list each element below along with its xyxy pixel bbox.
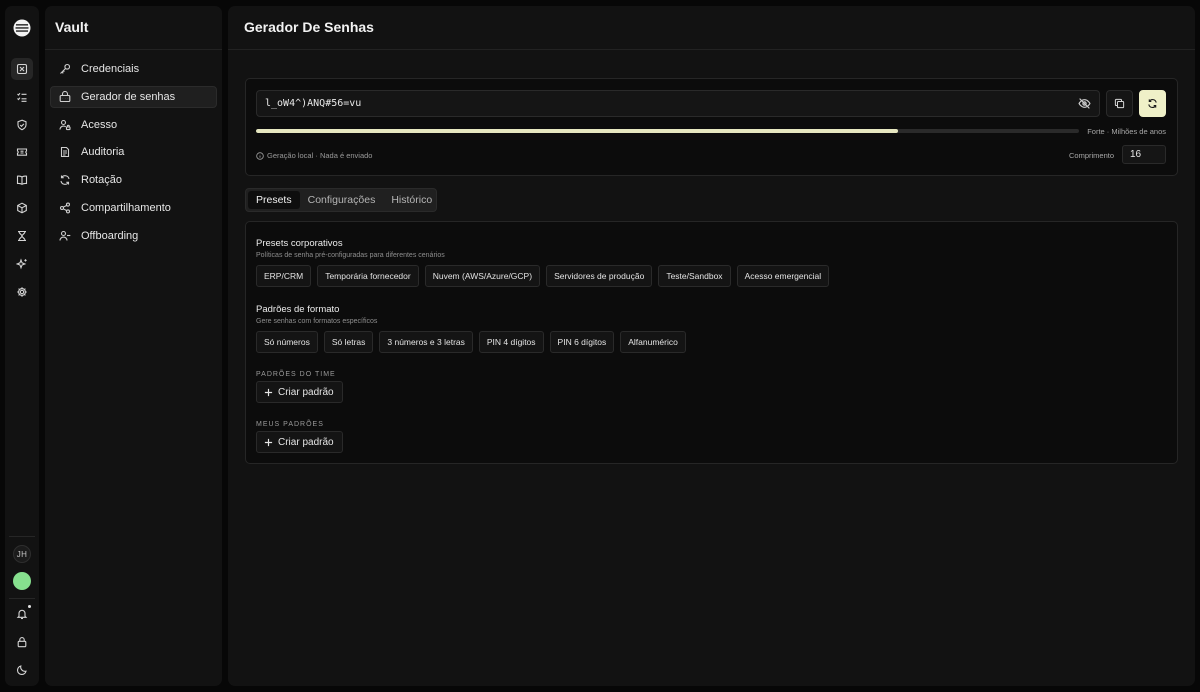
team-patterns-label: PADRÕES DO TIME (256, 371, 336, 378)
logo-icon[interactable] (13, 19, 31, 37)
copy-button[interactable] (1106, 90, 1133, 117)
format-chip[interactable]: PIN 4 dígitos (478, 331, 544, 353)
user-lock-icon (59, 119, 71, 130)
tab-configuracoes[interactable]: Configurações (300, 191, 384, 209)
user-avatar[interactable]: JH (13, 545, 31, 563)
create-my-pattern-label: Criar padrão (278, 436, 334, 448)
user-minus-icon (59, 230, 71, 241)
sidebar-title: Vault (55, 19, 89, 35)
sidebar-item-acesso[interactable]: Acesso (50, 114, 217, 136)
copy-icon (1114, 98, 1125, 109)
sidebar-item-auditoria[interactable]: Auditoria (50, 141, 217, 163)
sidebar-item-credenciais[interactable]: Credenciais (50, 58, 217, 80)
preset-chip[interactable]: Acesso emergencial (736, 265, 830, 287)
corporate-presets-subtitle: Políticas de senha pré-configuradas para… (256, 252, 445, 259)
tab-bar: Presets Configurações Histórico (245, 188, 437, 212)
strength-meter-fill (256, 129, 898, 133)
format-chip[interactable]: PIN 6 dígitos (549, 331, 615, 353)
notification-dot (27, 604, 32, 609)
main-panel: Gerador De Senhas l_oW4^)ANQ#56=vu Forte… (228, 6, 1195, 686)
plus-icon (264, 388, 273, 396)
create-team-pattern-label: Criar padrão (278, 386, 334, 398)
local-generation-note: Geração local · Nada é enviado (256, 151, 372, 160)
rail-divider (9, 536, 35, 537)
sidebar-item-label: Auditoria (81, 146, 125, 159)
preset-chip[interactable]: ERP/CRM (256, 265, 312, 287)
sidebar-item-compartilhamento[interactable]: Compartilhamento (50, 197, 217, 219)
preset-chip[interactable]: Nuvem (AWS/Azure/GCP) (424, 265, 541, 287)
strength-meter (256, 129, 1079, 133)
refresh-icon (60, 175, 70, 185)
lock-icon[interactable] (11, 631, 33, 653)
bell-icon[interactable] (11, 603, 33, 625)
hourglass-icon[interactable] (11, 225, 33, 247)
format-patterns-subtitle: Gere senhas com formatos específicos (256, 318, 378, 325)
share-icon (59, 202, 71, 214)
box-icon[interactable] (11, 197, 33, 219)
sparkles-icon[interactable] (11, 253, 33, 275)
format-chip[interactable]: Só letras (323, 331, 374, 353)
sidebar-nav: Credenciais Gerador de senhas Acesso Aud… (50, 58, 217, 253)
sidebar-item-label: Gerador de senhas (81, 90, 176, 103)
format-patterns-list: Só números Só letras 3 números e 3 letra… (256, 331, 686, 353)
rail-divider (9, 598, 35, 599)
local-generation-text: Geração local · Nada é enviado (267, 151, 373, 160)
regenerate-button[interactable] (1139, 90, 1166, 117)
ticket-icon[interactable] (11, 141, 33, 163)
password-generator-icon (59, 90, 71, 102)
length-input[interactable]: 16 (1122, 145, 1166, 164)
sidebar-divider (45, 49, 222, 50)
book-icon[interactable] (11, 169, 33, 191)
sidebar-item-gerador-de-senhas[interactable]: Gerador de senhas (50, 85, 217, 108)
length-label: Comprimento (1069, 151, 1115, 160)
format-patterns-title: Padrões de formato (256, 304, 340, 315)
sidebar-item-label: Credenciais (81, 63, 140, 75)
sidebar: Vault Credenciais Gerador de senhas Aces… (45, 6, 222, 686)
shield-check-icon[interactable] (11, 114, 33, 136)
my-patterns-label: MEUS PADRÕES (256, 421, 324, 428)
page-title: Gerador De Senhas (244, 19, 374, 35)
key-icon (60, 63, 71, 74)
presets-card: Presets corporativos Políticas de senha … (245, 221, 1178, 464)
generated-password-value: l_oW4^)ANQ#56=vu (265, 98, 362, 109)
status-avatar[interactable] (13, 572, 31, 590)
corporate-presets-list: ERP/CRM Temporária fornecedor Nuvem (AWS… (256, 265, 830, 287)
settings-icon[interactable] (11, 281, 33, 303)
refresh-icon (1148, 99, 1157, 108)
sidebar-item-rotacao[interactable]: Rotação (50, 169, 217, 191)
shield-x-icon[interactable] (11, 58, 33, 80)
corporate-presets-title: Presets corporativos (256, 238, 343, 249)
audit-icon (60, 147, 70, 158)
format-chip[interactable]: Só números (256, 331, 318, 353)
eye-off-icon[interactable] (1078, 97, 1091, 110)
list-check-icon[interactable] (11, 86, 33, 108)
plus-icon (264, 438, 273, 446)
info-icon (256, 151, 264, 160)
sidebar-item-label: Compartilhamento (81, 201, 171, 214)
sidebar-item-label: Acesso (81, 118, 118, 131)
sidebar-item-offboarding[interactable]: Offboarding (50, 225, 217, 247)
password-generator-card: l_oW4^)ANQ#56=vu Forte · Milhões de anos (245, 78, 1178, 176)
preset-chip[interactable]: Servidores de produção (546, 265, 653, 287)
create-my-pattern-button[interactable]: Criar padrão (256, 431, 343, 453)
tab-historico[interactable]: Histórico (383, 191, 440, 209)
preset-chip[interactable]: Teste/Sandbox (658, 265, 731, 287)
sidebar-item-label: Offboarding (81, 229, 139, 242)
preset-chip[interactable]: Temporária fornecedor (317, 265, 419, 287)
tab-presets[interactable]: Presets (248, 191, 300, 209)
header-divider (228, 49, 1195, 50)
sidebar-item-label: Rotação (81, 174, 122, 187)
format-chip[interactable]: Alfanumérico (620, 331, 686, 353)
format-chip[interactable]: 3 números e 3 letras (379, 331, 473, 353)
icon-rail: JH (5, 6, 39, 686)
moon-icon[interactable] (11, 659, 33, 681)
generated-password-field[interactable]: l_oW4^)ANQ#56=vu (256, 90, 1100, 117)
create-team-pattern-button[interactable]: Criar padrão (256, 381, 343, 403)
strength-label: Forte · Milhões de anos (1087, 127, 1166, 136)
